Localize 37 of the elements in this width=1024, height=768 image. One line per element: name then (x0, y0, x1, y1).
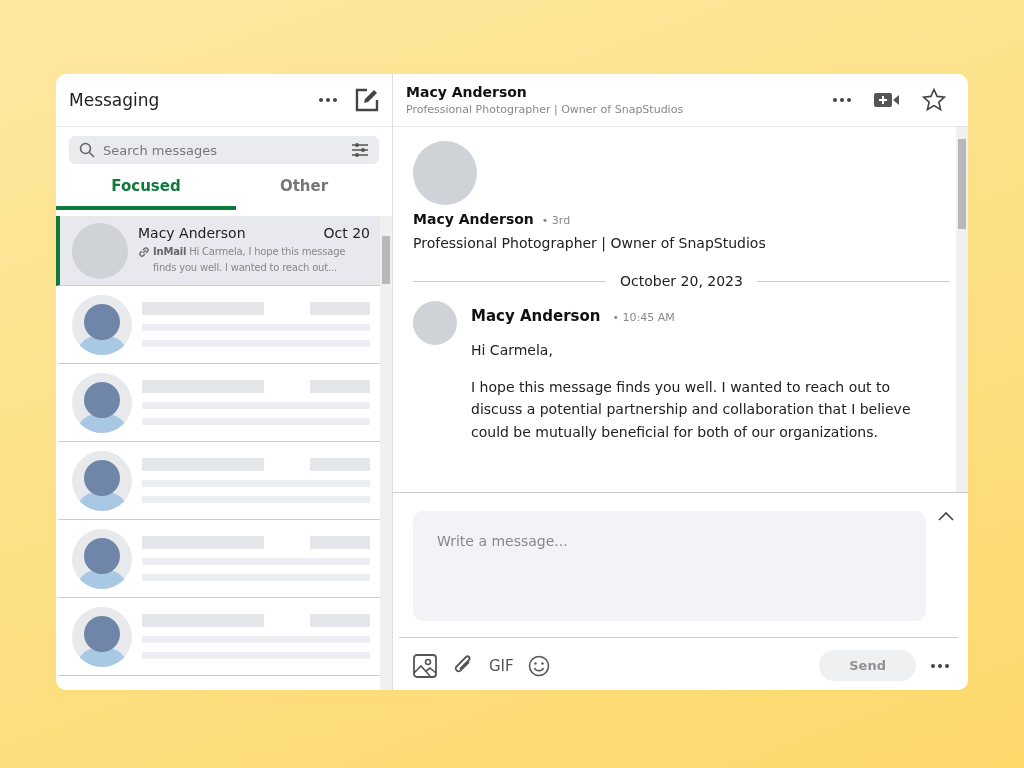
message-paragraph: I hope this message finds you well. I wanted to reach out to discuss a potential partnership and collaboration that I believe could be mutually beneficial for both of our organizations. (471, 377, 911, 442)
scrollbar[interactable] (956, 127, 968, 492)
skeleton-bar (310, 302, 370, 315)
star-icon[interactable] (922, 88, 946, 112)
message-date: Oct 20 (323, 225, 370, 241)
more-icon[interactable] (318, 97, 338, 103)
video-call-icon[interactable] (874, 92, 900, 108)
expand-icon[interactable] (938, 511, 954, 521)
connection-degree: • 3rd (541, 214, 571, 227)
image-icon[interactable] (413, 653, 437, 678)
emoji-icon[interactable] (527, 654, 550, 677)
skeleton-bar (310, 536, 370, 549)
profile-name: Macy Anderson (413, 211, 534, 227)
skeleton-bar (310, 380, 370, 393)
compose-icon[interactable] (354, 87, 380, 113)
tab[interactable]: Other (236, 166, 372, 210)
contact-name: Macy Anderson (138, 225, 246, 241)
skeleton-bar (310, 614, 370, 627)
tab[interactable]: Focused (56, 166, 236, 210)
panel-title: Messaging (69, 90, 160, 110)
more-icon[interactable] (832, 97, 852, 103)
date-divider: October 20, 2023 (620, 273, 743, 289)
sender-name: Macy Anderson (471, 307, 601, 325)
message-time: • 10:45 AM (612, 311, 675, 324)
link-icon (138, 246, 150, 258)
gif-button[interactable]: GIF (489, 656, 514, 675)
contact-headline: Professional Photographer | Owner of SnapStudios (406, 103, 684, 116)
skeleton-bar (310, 458, 370, 471)
search-field[interactable]: Search messages (69, 136, 379, 164)
more-icon[interactable] (930, 662, 950, 669)
profile-headline: Professional Photographer | Owner of SnapStudios (413, 235, 767, 251)
sender-avatar-photo (413, 301, 457, 345)
contact-name: Macy Anderson (406, 84, 528, 100)
message-paragraph: Hi Carmela, (471, 341, 554, 360)
filter-icon[interactable] (351, 142, 369, 158)
message-input[interactable]: Write a message... (413, 511, 926, 621)
scrollbar[interactable] (380, 216, 392, 690)
